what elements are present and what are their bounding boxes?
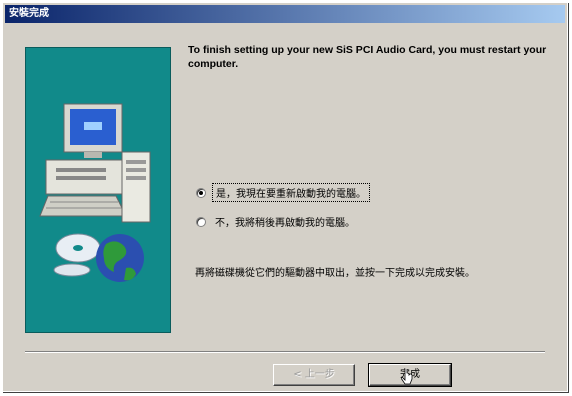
restart-now-option[interactable]: 是，我現在要重新啟動我的電腦。 [196,183,370,202]
window-title: 安裝完成 [9,8,49,19]
restart-later-label: 不，我將稍後再啟動我的電腦。 [215,218,355,229]
computer-icon [39,103,151,223]
radio-restart-later[interactable] [196,216,206,227]
separator-line [25,351,545,353]
restart-now-label: 是，我現在要重新啟動我的電腦。 [212,183,370,202]
setup-dialog: 安裝完成 To finish setting up your new SiS P… [2,2,568,392]
back-button[interactable]: < 上一步 [273,364,355,386]
title-bar: 安裝完成 [5,5,565,23]
mouse-cursor-icon [401,369,413,385]
globe-icon [96,234,144,282]
cd-disc-icon [53,233,101,277]
restart-later-option[interactable]: 不，我將稍後再啟動我的電腦。 [196,213,358,230]
radio-restart-now[interactable] [196,187,206,198]
wizard-illustration-panel [25,47,171,333]
finish-instructions: To finish setting up your new SiS PCI Au… [188,44,547,70]
remove-disk-note: 再將磁碟機從它們的驅動器中取出，並按一下完成以完成安裝。 [195,268,475,279]
